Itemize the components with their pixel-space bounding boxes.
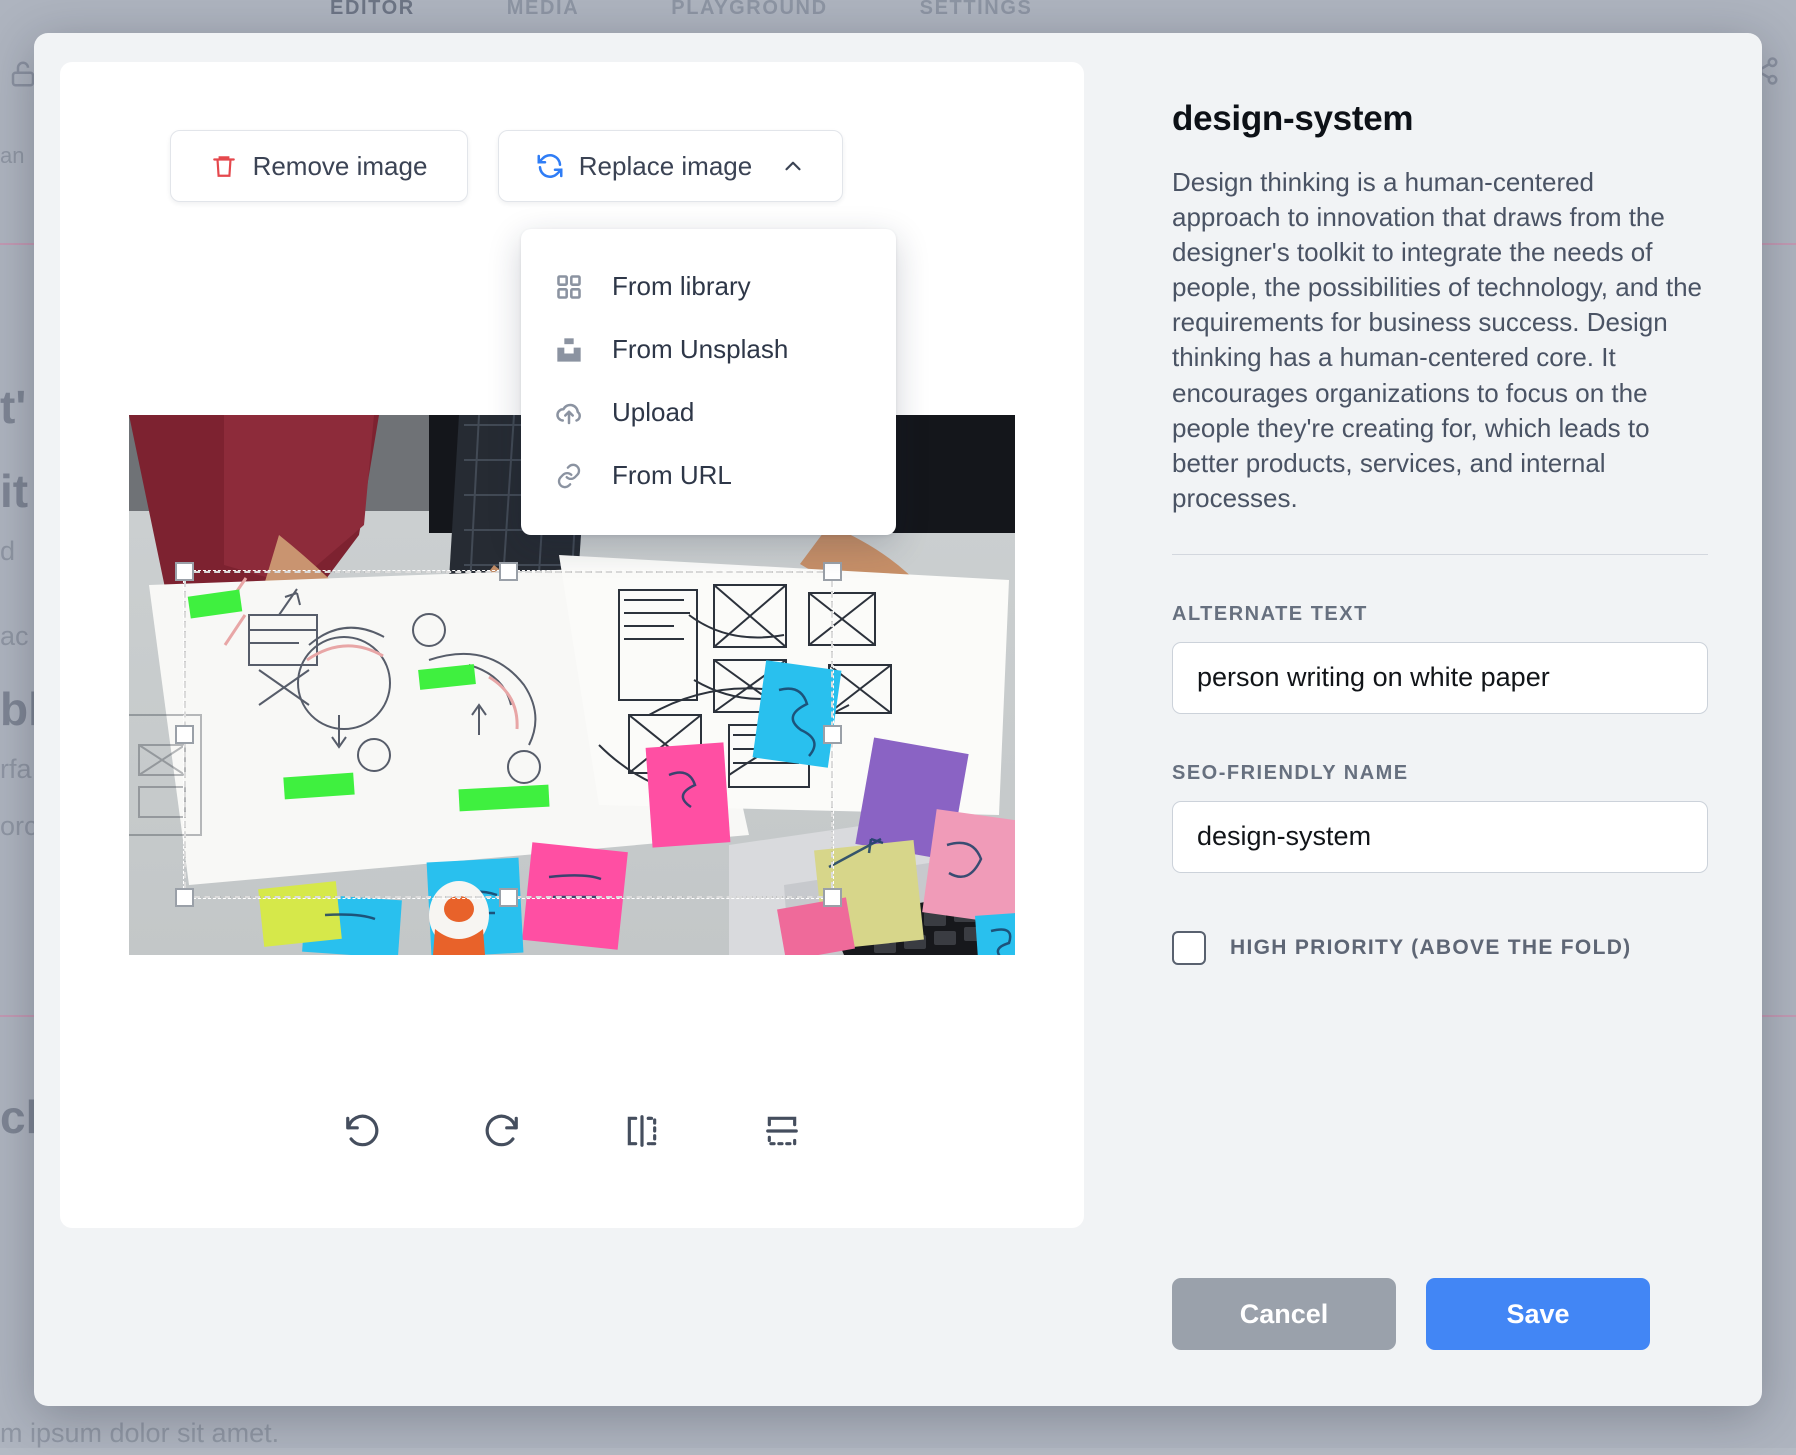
menu-item-from-unsplash[interactable]: From Unsplash — [521, 318, 896, 381]
cloud-upload-icon — [554, 398, 584, 428]
tab-settings[interactable]: SETTINGS — [920, 0, 1033, 20]
seo-name-input[interactable] — [1172, 801, 1708, 873]
image-settings-modal: Remove image Replace image — [34, 33, 1762, 1406]
replace-image-label: Replace image — [579, 151, 752, 182]
panel-divider — [1172, 554, 1708, 555]
replace-image-button[interactable]: Replace image — [498, 130, 843, 202]
flip-horizontal-button[interactable] — [611, 1102, 673, 1164]
replace-image-menu: From library From Unsplash Upload — [521, 229, 896, 535]
background-tab-bar: EDITOR MEDIA PLAYGROUND SETTINGS — [0, 0, 1796, 26]
crop-handle-top-center[interactable] — [499, 562, 518, 581]
crop-handle-middle-left[interactable] — [175, 725, 194, 744]
alternate-text-input[interactable] — [1172, 642, 1708, 714]
chevron-up-icon — [780, 153, 806, 179]
asset-title: design-system — [1172, 99, 1708, 139]
image-editor-card: Remove image Replace image — [60, 62, 1084, 1228]
menu-item-from-url[interactable]: From URL — [521, 444, 896, 507]
seo-name-label: SEO-FRIENDLY NAME — [1172, 762, 1708, 785]
crop-handle-middle-right[interactable] — [823, 725, 842, 744]
rotate-left-button[interactable] — [331, 1102, 393, 1164]
grid-icon — [554, 272, 584, 302]
menu-item-from-library[interactable]: From library — [521, 255, 896, 318]
save-button[interactable]: Save — [1426, 1278, 1650, 1350]
modal-footer-actions: Cancel Save — [1172, 1278, 1650, 1350]
crop-handle-top-left[interactable] — [175, 562, 194, 581]
crop-handle-bottom-left[interactable] — [175, 888, 194, 907]
flip-vertical-button[interactable] — [751, 1102, 813, 1164]
menu-item-label: From URL — [612, 460, 732, 491]
refresh-icon — [535, 151, 565, 181]
image-action-row: Remove image Replace image — [170, 130, 843, 202]
flip-vertical-icon — [763, 1112, 801, 1155]
high-priority-label: HIGH PRIORITY (ABOVE THE FOLD) — [1230, 936, 1631, 960]
high-priority-checkbox[interactable] — [1172, 931, 1206, 965]
rotate-right-button[interactable] — [471, 1102, 533, 1164]
link-icon — [554, 461, 584, 491]
crop-selection[interactable] — [184, 571, 833, 898]
rotate-right-icon — [483, 1112, 521, 1155]
trash-icon — [211, 152, 237, 180]
remove-image-label: Remove image — [253, 151, 428, 182]
menu-item-label: From Unsplash — [612, 334, 788, 365]
high-priority-row[interactable]: HIGH PRIORITY (ABOVE THE FOLD) — [1172, 931, 1708, 965]
unsplash-icon — [554, 335, 584, 365]
background-footer-text: m ipsum dolor sit amet. — [0, 1412, 900, 1455]
rotate-left-icon — [343, 1112, 381, 1155]
cancel-button[interactable]: Cancel — [1172, 1278, 1396, 1350]
menu-item-upload[interactable]: Upload — [521, 381, 896, 444]
flip-horizontal-icon — [623, 1112, 661, 1155]
asset-description: Design thinking is a human-centered appr… — [1172, 165, 1708, 516]
menu-item-label: Upload — [612, 397, 694, 428]
menu-item-label: From library — [612, 271, 751, 302]
crop-handle-top-right[interactable] — [823, 562, 842, 581]
tab-editor[interactable]: EDITOR — [330, 0, 415, 20]
tab-playground[interactable]: PLAYGROUND — [671, 0, 827, 20]
image-transform-toolbar — [60, 1102, 1084, 1164]
crop-handle-bottom-right[interactable] — [823, 888, 842, 907]
alternate-text-label: ALTERNATE TEXT — [1172, 603, 1708, 626]
image-metadata-panel: design-system Design thinking is a human… — [1118, 33, 1762, 1406]
tab-media[interactable]: MEDIA — [507, 0, 579, 20]
remove-image-button[interactable]: Remove image — [170, 130, 468, 202]
crop-handle-bottom-center[interactable] — [499, 888, 518, 907]
